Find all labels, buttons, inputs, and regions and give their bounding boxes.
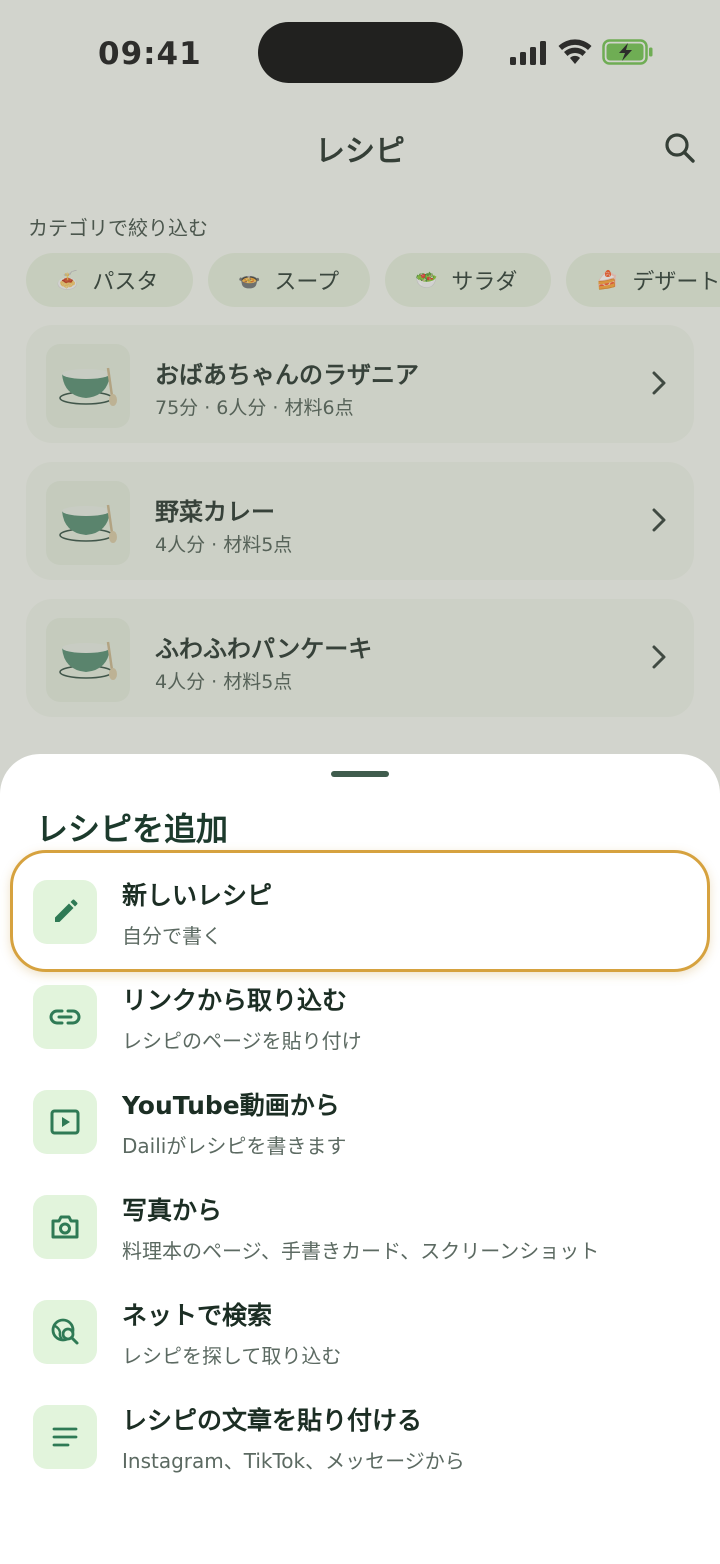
option-photo[interactable]: 写真から 料理本のページ、手書きカード、スクリーンショット — [0, 1195, 720, 1299]
option-title: リンクから取り込む — [122, 986, 348, 1015]
option-subtitle: 料理本のページ、手書きカード、スクリーンショット — [122, 1239, 600, 1263]
option-paste-text[interactable]: レシピの文章を貼り付ける Instagram、TikTok、メッセージから — [0, 1405, 720, 1509]
text-lines-icon — [33, 1405, 97, 1469]
link-icon — [33, 985, 97, 1049]
option-title: レシピの文章を貼り付ける — [122, 1406, 423, 1435]
option-subtitle: Dailiがレシピを書きます — [122, 1134, 347, 1158]
option-title: 写真から — [122, 1196, 223, 1225]
video-icon — [33, 1090, 97, 1154]
camera-icon — [33, 1195, 97, 1259]
option-subtitle: 自分で書く — [122, 924, 222, 948]
option-subtitle: レシピのページを貼り付け — [122, 1029, 362, 1053]
option-youtube[interactable]: YouTube動画から Dailiがレシピを書きます — [0, 1090, 720, 1194]
add-recipe-sheet: レシピを追加 新しいレシピ 自分で書く リンクから取り込む レシピのページを貼り… — [0, 754, 720, 1564]
option-title: 新しいレシピ — [122, 881, 273, 910]
web-search-icon — [33, 1300, 97, 1364]
pencil-icon — [33, 880, 97, 944]
option-web-search[interactable]: ネットで検索 レシピを探して取り込む — [0, 1300, 720, 1404]
option-import-link[interactable]: リンクから取り込む レシピのページを貼り付け — [0, 985, 720, 1089]
option-title: YouTube動画から — [122, 1091, 340, 1120]
option-subtitle: レシピを探して取り込む — [122, 1344, 342, 1368]
sheet-grabber[interactable] — [331, 771, 389, 777]
sheet-title: レシピを追加 — [36, 810, 229, 848]
option-subtitle: Instagram、TikTok、メッセージから — [122, 1449, 465, 1473]
option-title: ネットで検索 — [122, 1301, 273, 1330]
option-new-recipe[interactable]: 新しいレシピ 自分で書く — [0, 880, 720, 984]
